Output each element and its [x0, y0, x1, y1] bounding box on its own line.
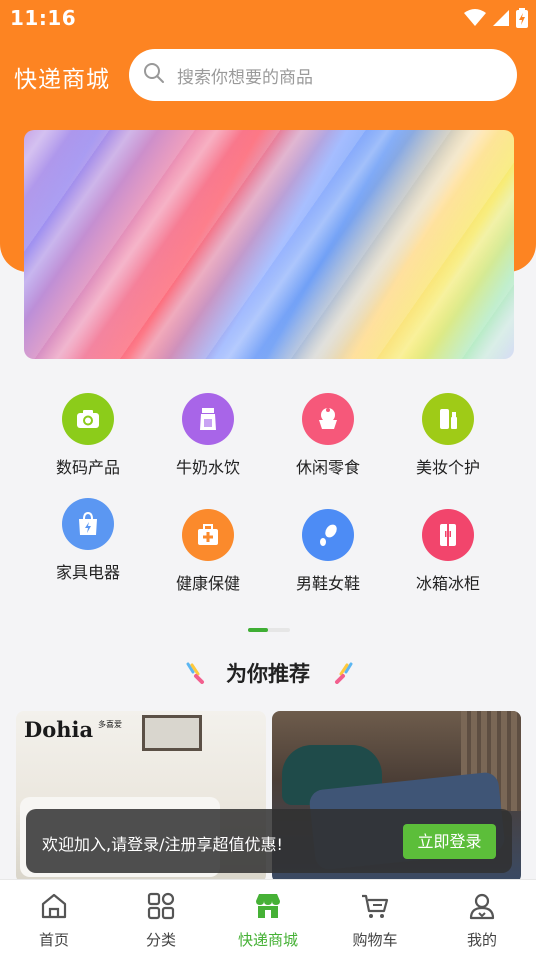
wifi-icon: [464, 9, 486, 31]
tab-express-mall[interactable]: 快递商城: [218, 890, 318, 950]
status-time: 11:16: [10, 6, 77, 30]
status-icons: [464, 8, 528, 32]
pager-active-indicator: [248, 628, 268, 632]
tab-label: 首页: [38, 931, 69, 949]
brand-sub: 多喜爱: [98, 720, 122, 729]
tab-label: 快递商城: [237, 931, 298, 949]
category-milk[interactable]: 牛奶水饮: [148, 393, 268, 478]
login-prompt-text: 欢迎加入,请登录/注册享超值优惠!: [42, 835, 283, 854]
tab-label: 分类: [145, 931, 176, 949]
fridge-icon: [422, 509, 474, 561]
category-label: 家具电器: [55, 563, 120, 582]
category-shoes[interactable]: 男鞋女鞋: [268, 509, 388, 594]
product-image-frame: [142, 715, 202, 751]
search-placeholder: 搜索你想要的商品: [177, 67, 313, 88]
login-prompt-bar: 欢迎加入,请登录/注册享超值优惠! 立即登录: [26, 809, 512, 873]
category-beauty[interactable]: 美妆个护: [388, 393, 508, 478]
sparkle-icon: [333, 662, 355, 688]
category-label: 牛奶水饮: [175, 458, 240, 477]
category-label: 数码产品: [55, 458, 120, 477]
category-label: 健康保健: [175, 574, 240, 593]
store-icon: [218, 890, 318, 922]
category-furniture-appliances[interactable]: 家具电器: [28, 498, 148, 583]
category-label: 男鞋女鞋: [295, 574, 360, 593]
cart-icon: [325, 890, 425, 922]
tab-cart[interactable]: 购物车: [325, 890, 425, 950]
promo-banner[interactable]: [24, 130, 514, 359]
user-icon: [432, 890, 532, 922]
brand-logo: Dohia: [24, 717, 94, 742]
search-input[interactable]: 搜索你想要的商品: [129, 49, 517, 101]
bottom-tab-bar: 首页 分类 快递商城 购物车 我的: [0, 879, 536, 954]
category-health[interactable]: 健康保健: [148, 509, 268, 594]
status-bar: 11:16: [0, 0, 536, 36]
camera-icon: [62, 393, 114, 445]
home-icon: [4, 890, 104, 922]
app-title: 快递商城: [14, 67, 110, 93]
tab-profile[interactable]: 我的: [432, 890, 532, 950]
category-label: 冰箱冰柜: [415, 574, 480, 593]
cake-icon: [302, 393, 354, 445]
category-label: 美妆个护: [415, 458, 480, 477]
category-label: 休闲零食: [295, 458, 360, 477]
banner-sheen: [24, 130, 514, 359]
login-button[interactable]: 立即登录: [403, 824, 496, 859]
tab-label: 购物车: [352, 931, 398, 949]
tab-home[interactable]: 首页: [4, 890, 104, 950]
battery-icon: [516, 8, 528, 32]
category-grid-icon: [111, 890, 211, 922]
tab-category[interactable]: 分类: [111, 890, 211, 950]
shoe-icon: [302, 509, 354, 561]
recommend-title: 为你推荐: [226, 662, 310, 686]
tab-label: 我的: [466, 931, 497, 949]
cosmetics-icon: [422, 393, 474, 445]
signal-icon: [492, 9, 510, 31]
category-pager: [248, 628, 290, 632]
category-fridge[interactable]: 冰箱冰柜: [388, 509, 508, 594]
medical-kit-icon: [182, 509, 234, 561]
category-snacks[interactable]: 休闲零食: [268, 393, 388, 478]
shopping-bag-bolt-icon: [62, 498, 114, 550]
category-digital[interactable]: 数码产品: [28, 393, 148, 478]
milk-icon: [182, 393, 234, 445]
search-icon: [143, 62, 165, 88]
